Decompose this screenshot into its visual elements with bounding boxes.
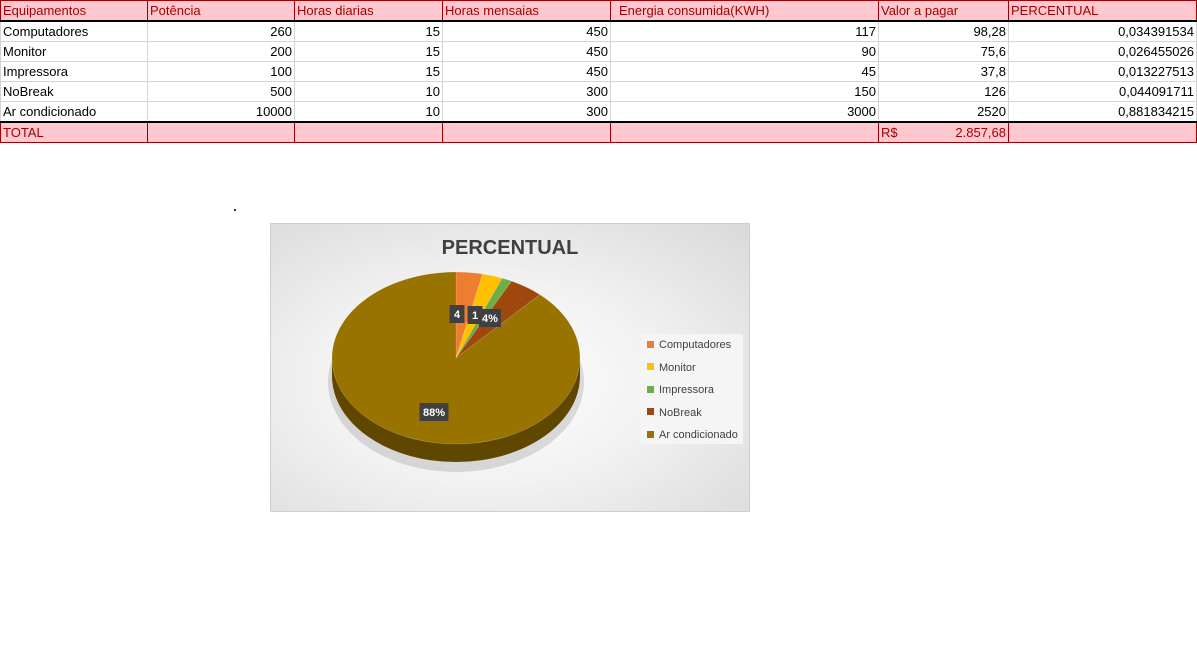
header-row: Equipamentos Potência Horas diarias Hora… (0, 0, 1197, 22)
table-row: Ar condicionado 10000 10 300 3000 2520 0… (0, 101, 1197, 123)
cell[interactable]: 150 (610, 81, 879, 102)
cell[interactable]: 500 (147, 81, 295, 102)
header-cell[interactable]: Valor a pagar (878, 0, 1009, 22)
legend-swatch (647, 430, 654, 438)
svg-text:1: 1 (472, 310, 478, 322)
svg-text:4: 4 (454, 309, 461, 321)
chart-legend[interactable]: Computadores Monitor Impressora NoBreak Ar c… (641, 334, 743, 444)
cell[interactable]: 3000 (610, 101, 879, 123)
data-label-nobreak: 4% (479, 309, 501, 327)
cell[interactable]: Computadores (0, 20, 148, 42)
legend-label: NoBreak (659, 406, 702, 419)
cell[interactable]: 300 (442, 81, 611, 102)
cell[interactable]: 450 (442, 41, 611, 62)
table-row: Computadores 260 15 450 117 98,28 0,0343… (0, 20, 1197, 42)
cell[interactable]: 100 (147, 61, 295, 82)
cell[interactable]: 450 (442, 20, 611, 42)
total-label[interactable]: TOTAL (0, 121, 148, 143)
cell[interactable]: 0,026455026 (1008, 41, 1197, 62)
cell[interactable]: 75,6 (878, 41, 1009, 62)
legend-item-impressora[interactable]: Impressora (647, 383, 714, 397)
cell[interactable]: 15 (294, 20, 443, 42)
svg-text:4%: 4% (482, 313, 498, 325)
legend-item-ar-condicionado[interactable]: Ar condicionado (647, 428, 738, 442)
cell[interactable]: 260 (147, 20, 295, 42)
cell[interactable]: 45 (610, 61, 879, 82)
cell[interactable]: 15 (294, 61, 443, 82)
cell[interactable]: Impressora (0, 61, 148, 82)
table-row: Monitor 200 15 450 90 75,6 0,026455026 (0, 41, 1197, 62)
legend-label: Ar condicionado (659, 429, 738, 441)
svg-text:88%: 88% (423, 407, 445, 419)
cell[interactable]: 0,044091711 (1008, 81, 1197, 102)
cell[interactable] (294, 121, 443, 143)
cell[interactable] (442, 121, 611, 143)
cell[interactable]: 0,881834215 (1008, 101, 1197, 123)
cell[interactable]: 0,034391534 (1008, 20, 1197, 42)
stray-dot (234, 209, 236, 211)
cell[interactable]: 0,013227513 (1008, 61, 1197, 82)
cell[interactable]: 10 (294, 81, 443, 102)
cell[interactable]: 15 (294, 41, 443, 62)
cell[interactable] (610, 121, 879, 143)
data-label-computadores: 4 (449, 305, 465, 323)
data-label-ar-condicionado: 88% (419, 403, 449, 421)
cell[interactable]: 200 (147, 41, 295, 62)
header-cell[interactable]: PERCENTUAL (1008, 0, 1197, 22)
legend-label: Computadores (659, 339, 732, 351)
cell[interactable]: NoBreak (0, 81, 148, 102)
total-value: 2.857,68 (955, 125, 1006, 140)
header-cell[interactable]: Energia consumida(KWH) (610, 0, 879, 22)
cell[interactable] (1008, 121, 1197, 143)
spreadsheet-grid: Equipamentos Potência Horas diarias Hora… (0, 0, 1197, 143)
cell[interactable]: 10 (294, 101, 443, 123)
legend-item-computadores[interactable]: Computadores (647, 338, 731, 352)
table-row: Impressora 100 15 450 45 37,8 0,01322751… (0, 61, 1197, 82)
cell[interactable]: 300 (442, 101, 611, 123)
cell[interactable]: 2520 (878, 101, 1009, 123)
pie-slice-ar-condicionado[interactable] (331, 271, 581, 445)
legend-item-nobreak[interactable]: NoBreak (647, 406, 702, 420)
header-cell[interactable]: Horas diarias (294, 0, 443, 22)
cell[interactable]: Monitor (0, 41, 148, 62)
currency-symbol: R$ (881, 125, 898, 140)
cell[interactable]: 98,28 (878, 20, 1009, 42)
header-cell[interactable]: Potência (147, 0, 295, 22)
cell[interactable] (147, 121, 295, 143)
cell[interactable]: 10000 (147, 101, 295, 123)
legend-swatch (647, 340, 654, 348)
legend-swatch (647, 408, 654, 416)
cell[interactable]: 126 (878, 81, 1009, 102)
cell[interactable]: 117 (610, 20, 879, 42)
legend-swatch (647, 385, 654, 393)
header-cell[interactable]: Equipamentos (0, 0, 148, 22)
cell[interactable]: 37,8 (878, 61, 1009, 82)
legend-swatch (647, 363, 654, 371)
header-cell[interactable]: Horas mensaias (442, 0, 611, 22)
total-value-cell[interactable]: R$ 2.857,68 (878, 121, 1009, 143)
total-row: TOTAL R$ 2.857,68 (0, 121, 1197, 143)
legend-label: Impressora (659, 384, 715, 396)
cell[interactable]: 450 (442, 61, 611, 82)
table-row: NoBreak 500 10 300 150 126 0,044091711 (0, 81, 1197, 102)
cell[interactable]: Ar condicionado (0, 101, 148, 123)
pie-chart[interactable]: PERCENTUAL 4 1 4% 88% Computadores Monitor Im… (270, 223, 750, 512)
cell[interactable]: 90 (610, 41, 879, 62)
legend-label: Monitor (659, 361, 696, 374)
legend-item-monitor[interactable]: Monitor (647, 361, 696, 375)
